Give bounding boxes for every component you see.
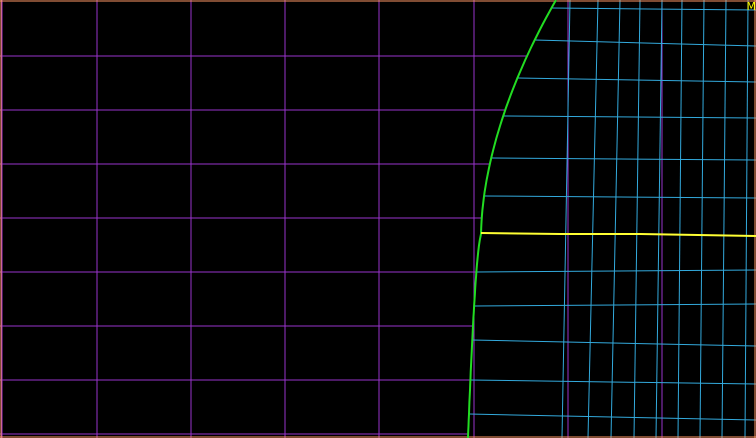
- inner-grid-meridian: [655, 0, 663, 438]
- inner-grid-meridian: [633, 0, 641, 438]
- inner-grid: [468, 0, 756, 438]
- inner-grid-parallel: [517, 77, 756, 83]
- inner-grid-meridian: [721, 0, 727, 438]
- inner-grid-meridian: [744, 0, 749, 438]
- inner-grid-parallel: [551, 7, 756, 11]
- map-canvas[interactable]: [0, 0, 756, 438]
- inner-grid-meridian: [677, 0, 683, 438]
- inner-grid-meridian: [610, 0, 621, 438]
- corner-label: M: [746, 0, 756, 13]
- inner-grid-parallel: [470, 379, 756, 385]
- inner-grid-parallel: [474, 303, 756, 307]
- inner-grid-parallel: [491, 157, 756, 161]
- inner-grid-meridian: [587, 0, 599, 438]
- inner-grid-parallel: [472, 339, 756, 347]
- inner-grid-meridian: [561, 0, 571, 438]
- inner-grid-parallel: [503, 115, 756, 119]
- map-view[interactable]: M: [0, 0, 756, 438]
- frame: [0, 0, 756, 438]
- boundary-curve: [467, 0, 557, 438]
- inner-grid-parallel: [468, 413, 756, 421]
- inner-grid-meridian: [699, 0, 705, 438]
- inner-grid-parallel: [484, 195, 756, 199]
- inner-grid-parallel: [476, 269, 756, 273]
- highlight-line: [480, 232, 756, 237]
